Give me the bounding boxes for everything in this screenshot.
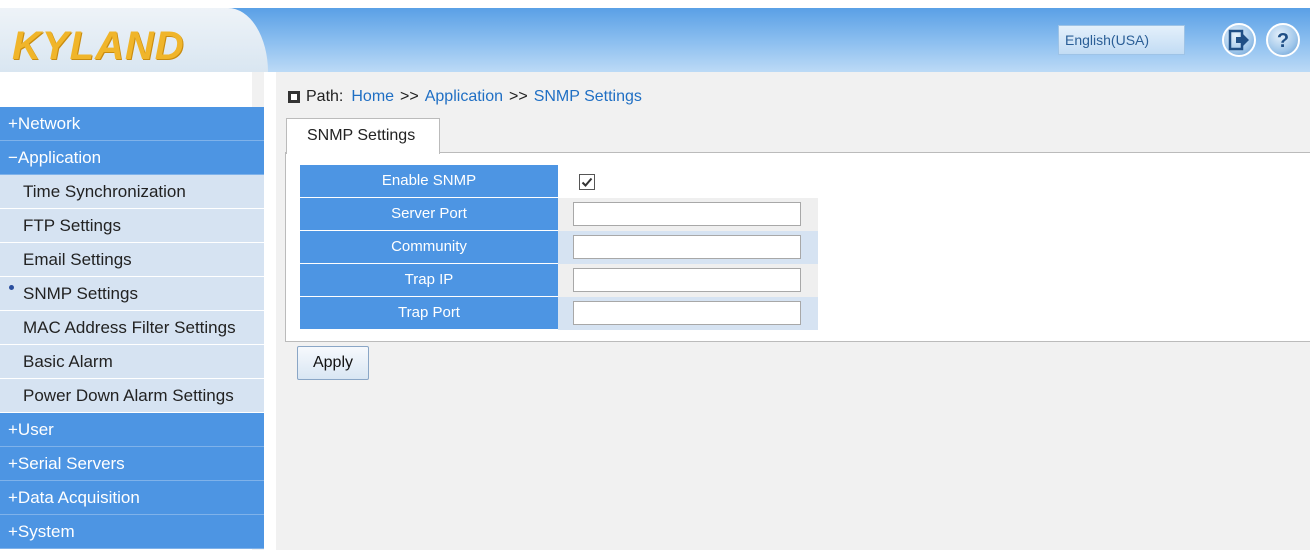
form-row-trap-port: Trap Port [300, 297, 818, 330]
sidebar-item-time-synchronization[interactable]: Time Synchronization [0, 175, 264, 209]
logout-arrow-icon [1228, 29, 1249, 51]
enable-snmp-cell [558, 165, 818, 198]
trap-port-cell [558, 297, 818, 330]
breadcrumb: Path: Home >> Application >> SNMP Settin… [288, 88, 642, 106]
sidebar-item-application[interactable]: −Application [0, 141, 264, 175]
sidebar-item-user[interactable]: +User [0, 413, 264, 447]
server-port-label: Server Port [300, 198, 558, 231]
trap-ip-cell [558, 264, 818, 297]
sidebar-menu: +Network −Application Time Synchronizati… [0, 107, 264, 549]
server-port-cell [558, 198, 818, 231]
breadcrumb-home-link[interactable]: Home [351, 88, 394, 106]
help-button[interactable]: ? [1266, 23, 1300, 57]
sidebar-item-power-down-alarm-settings[interactable]: Power Down Alarm Settings [0, 379, 264, 413]
breadcrumb-current-page[interactable]: SNMP Settings [534, 88, 642, 106]
breadcrumb-separator: >> [509, 88, 528, 105]
settings-panel: Enable SNMP Server Port Community Trap I… [285, 152, 1310, 342]
breadcrumb-separator: >> [400, 88, 419, 105]
breadcrumb-application-link[interactable]: Application [425, 88, 503, 106]
community-cell [558, 231, 818, 264]
trap-ip-label: Trap IP [300, 264, 558, 297]
logout-button[interactable] [1222, 23, 1256, 57]
community-input[interactable] [573, 235, 801, 259]
breadcrumb-prefix: Path: [306, 88, 344, 105]
tab-snmp-settings[interactable]: SNMP Settings [286, 118, 440, 154]
form-row-enable-snmp: Enable SNMP [300, 165, 818, 198]
enable-snmp-label: Enable SNMP [300, 165, 558, 198]
logo-panel: KYLAND [0, 8, 268, 72]
sidebar-item-system[interactable]: +System [0, 515, 264, 549]
sidebar-item-data-acquisition[interactable]: +Data Acquisition [0, 481, 264, 515]
checkmark-icon [581, 177, 593, 187]
help-question-icon: ? [1277, 30, 1289, 52]
sidebar-item-snmp-settings[interactable]: SNMP Settings [0, 277, 264, 311]
sidebar-item-network[interactable]: +Network [0, 107, 264, 141]
header: KYLAND English(USA) ? [0, 0, 1310, 72]
sidebar-item-mac-address-filter-settings[interactable]: MAC Address Filter Settings [0, 311, 264, 345]
sidebar-item-ftp-settings[interactable]: FTP Settings [0, 209, 264, 243]
svg-text:?: ? [1277, 30, 1289, 52]
kyland-logo: KYLAND [12, 24, 185, 68]
form-row-trap-ip: Trap IP [300, 264, 818, 297]
snmp-form: Enable SNMP Server Port Community Trap I… [300, 165, 818, 330]
sidebar: +Network −Application Time Synchronizati… [0, 72, 264, 550]
form-row-community: Community [300, 231, 818, 264]
enable-snmp-checkbox[interactable] [579, 174, 595, 190]
sidebar-item-basic-alarm[interactable]: Basic Alarm [0, 345, 264, 379]
trap-port-label: Trap Port [300, 297, 558, 330]
trap-ip-input[interactable] [573, 268, 801, 292]
main-content: Path: Home >> Application >> SNMP Settin… [276, 72, 1310, 550]
server-port-input[interactable] [573, 202, 801, 226]
community-label: Community [300, 231, 558, 264]
form-row-server-port: Server Port [300, 198, 818, 231]
apply-button[interactable]: Apply [297, 346, 369, 380]
sidebar-item-serial-servers[interactable]: +Serial Servers [0, 447, 264, 481]
language-selector[interactable]: English(USA) [1058, 25, 1185, 55]
breadcrumb-square-icon [288, 91, 300, 103]
trap-port-input[interactable] [573, 301, 801, 325]
sidebar-item-email-settings[interactable]: Email Settings [0, 243, 264, 277]
